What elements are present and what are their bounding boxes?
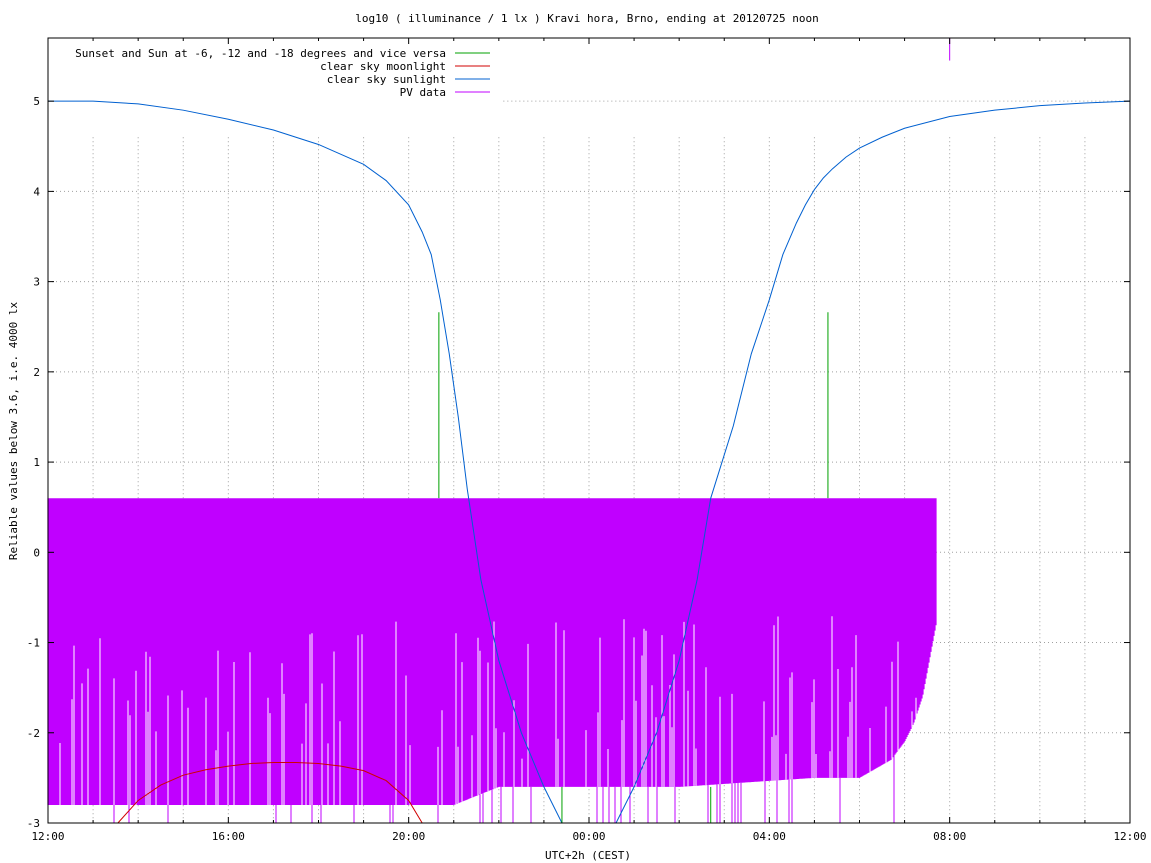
y-tick-label: -1 [27,637,40,650]
legend-label: clear sky sunlight [327,73,446,86]
y-tick-label: 0 [33,546,40,559]
plot-area [47,38,1131,824]
y-tick-label: 2 [33,366,40,379]
y-axis-label: Reliable values below 3.6, i.e. 4000 lx [7,301,20,560]
x-tick-label: 04:00 [753,830,786,843]
chart: log10 ( illuminance / 1 lx ) Kravi hora,… [7,12,1147,862]
x-tick-label: 08:00 [933,830,966,843]
x-tick-label: 16:00 [212,830,245,843]
legend-label: clear sky moonlight [320,60,446,73]
y-tick-label: -2 [27,727,40,740]
y-tick-label: 3 [33,276,40,289]
x-axis-label: UTC+2h (CEST) [545,849,631,862]
legend-label: Sunset and Sun at -6, -12 and -18 degree… [75,47,446,60]
y-tick-label: -3 [27,817,40,830]
x-tick-label: 20:00 [392,830,425,843]
y-tick-label: 1 [33,456,40,469]
y-tick-label: 5 [33,95,40,108]
x-tick-label: 12:00 [31,830,64,843]
legend-label: PV data [400,86,446,99]
chart-title: log10 ( illuminance / 1 lx ) Kravi hora,… [355,12,819,25]
x-tick-label: 12:00 [1113,830,1146,843]
x-tick-label: 00:00 [572,830,605,843]
legend: Sunset and Sun at -6, -12 and -18 degree… [75,47,490,99]
series-pv-data-fill [47,498,937,805]
y-tick-label: 4 [33,185,40,198]
